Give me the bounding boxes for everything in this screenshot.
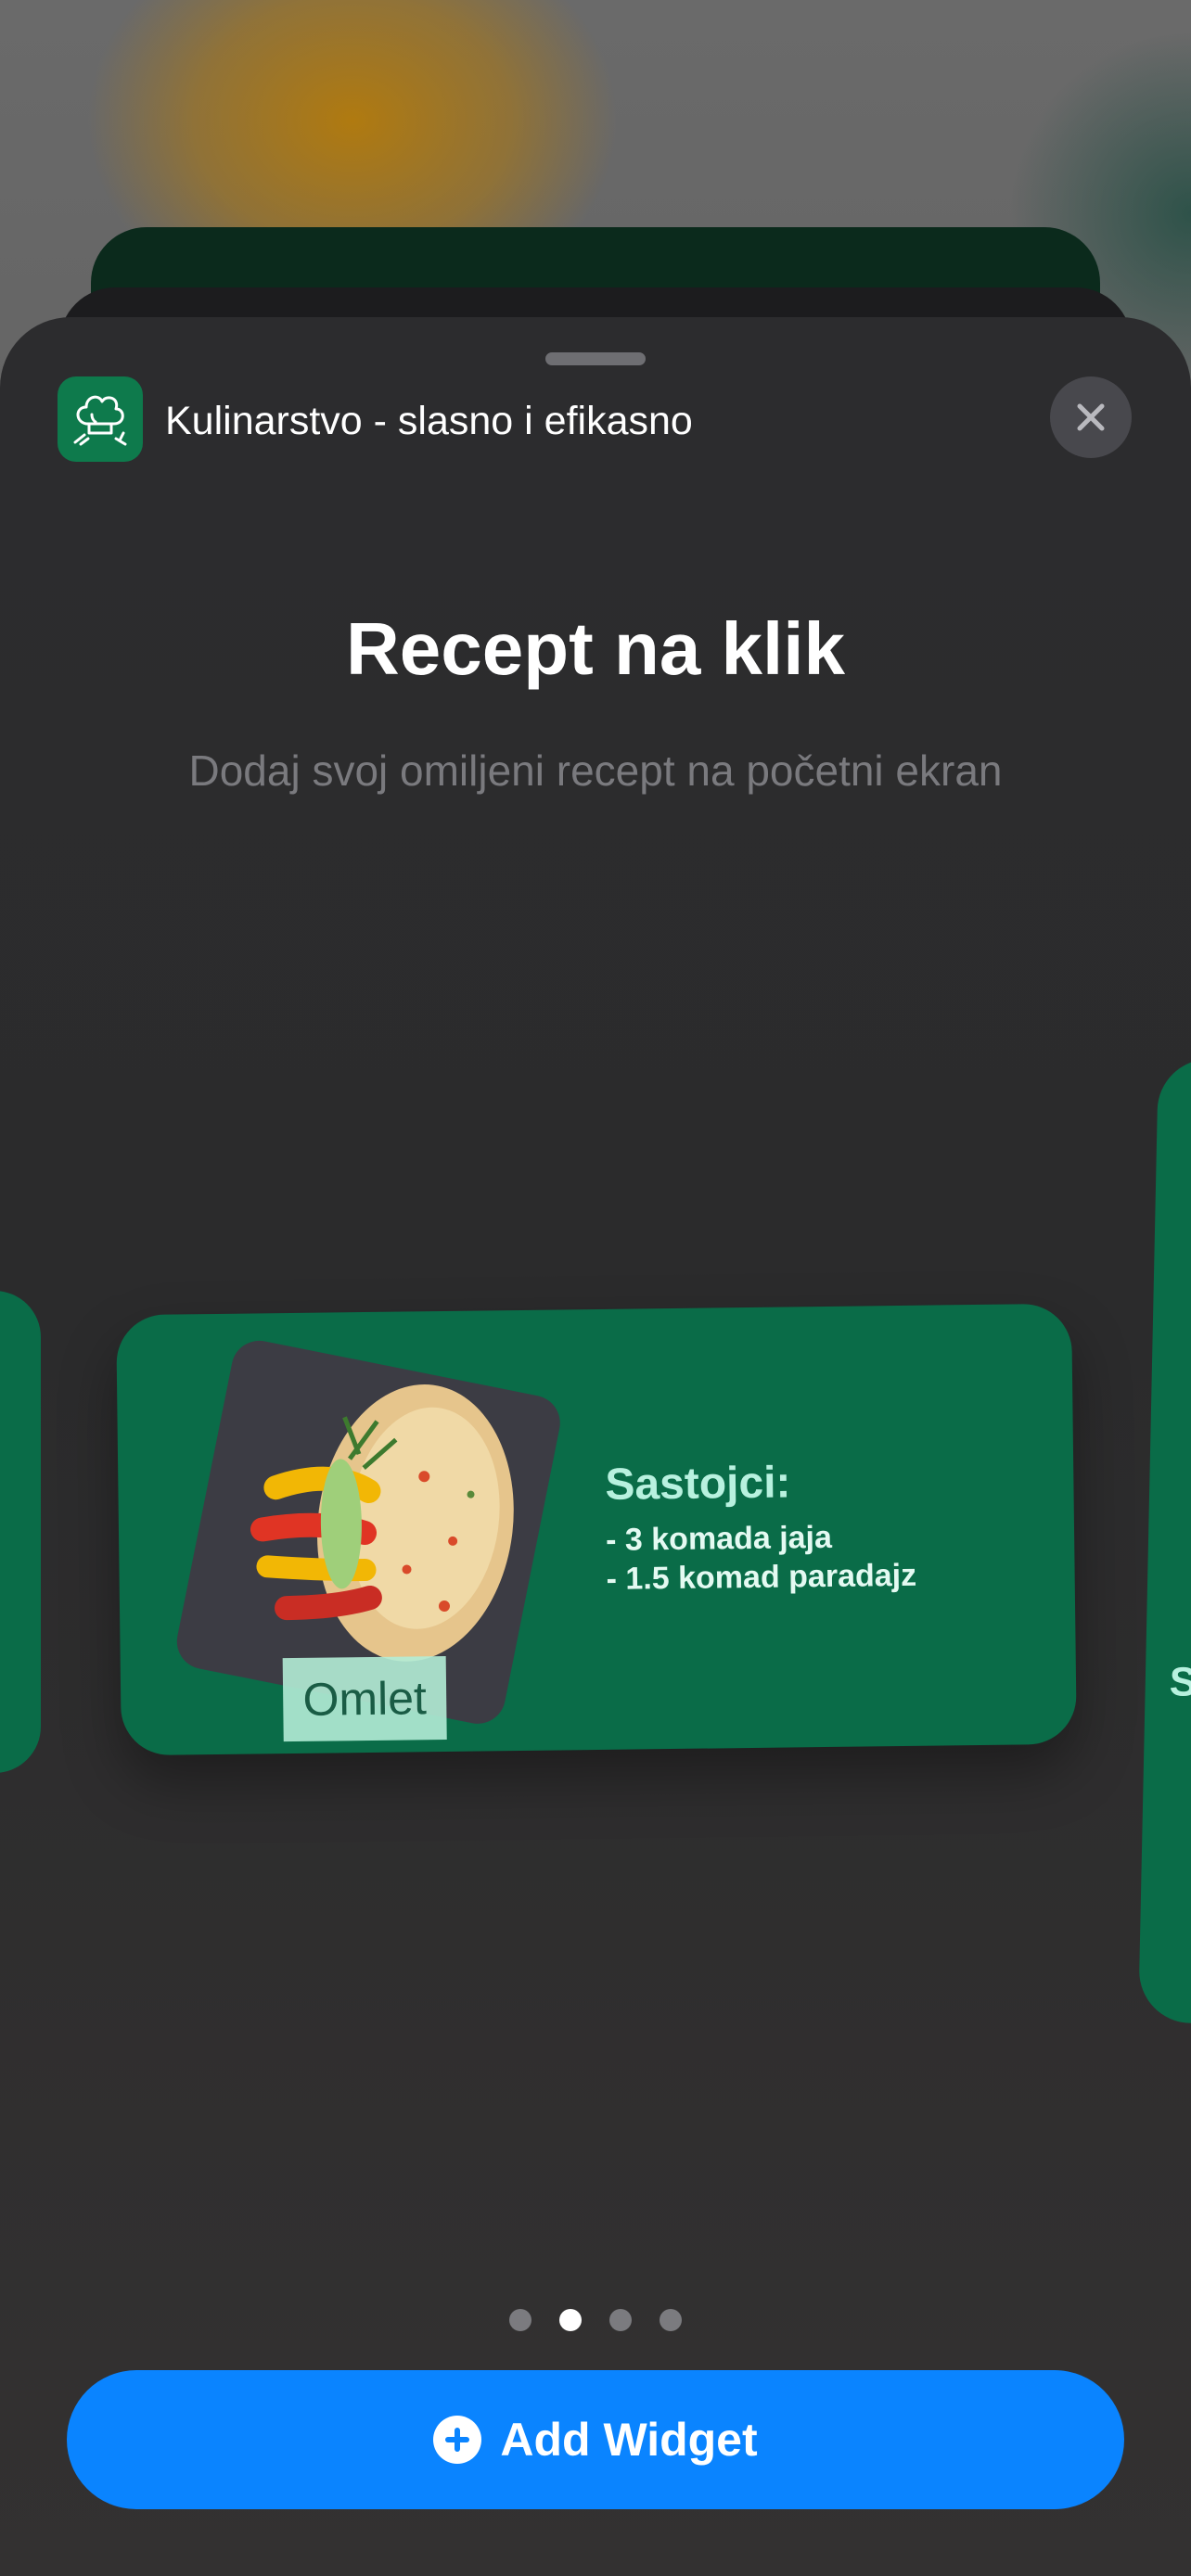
close-button[interactable] (1050, 376, 1132, 458)
widget-gallery-sheet: Kulinarstvo - slasno i efikasno Recept n… (0, 317, 1191, 2576)
widget-preview-previous[interactable] (0, 1291, 41, 1773)
page-title: Recept na klik (345, 607, 845, 690)
ingredients-list: - 3 komada jaja - 1.5 komad paradajz (606, 1517, 916, 1599)
sheet-grabber[interactable] (545, 352, 646, 365)
add-widget-button[interactable]: Add Widget (67, 2370, 1124, 2509)
page-indicator[interactable] (0, 2309, 1191, 2331)
ingredient-item: - 3 komada jaja (605, 1519, 833, 1558)
widget-preview-current[interactable]: Omlet Sastojci: - 3 komada jaja - 1.5 ko… (116, 1303, 1077, 1756)
ingredient-item: - 1.5 komad paradajz (606, 1557, 917, 1597)
page-subtitle: Dodaj svoj omiljeni recept na početni ek… (188, 746, 1003, 795)
chef-hat-icon (58, 376, 143, 462)
page-dot-2-active[interactable] (559, 2309, 582, 2331)
page-dot-1[interactable] (509, 2309, 531, 2331)
ingredients-title: Sastojci: (605, 1458, 791, 1510)
add-widget-label: Add Widget (500, 2414, 758, 2466)
recipe-name-label: Omlet (282, 1655, 447, 1742)
widget-preview-next[interactable]: S (1138, 1057, 1191, 2025)
page-dot-4[interactable] (660, 2309, 682, 2331)
app-name: Kulinarstvo - slasno i efikasno (165, 399, 693, 443)
close-icon (1077, 403, 1105, 431)
page-dot-3[interactable] (609, 2309, 632, 2331)
peek-label: S (1169, 1659, 1191, 1705)
plus-circle-icon (433, 2416, 482, 2464)
